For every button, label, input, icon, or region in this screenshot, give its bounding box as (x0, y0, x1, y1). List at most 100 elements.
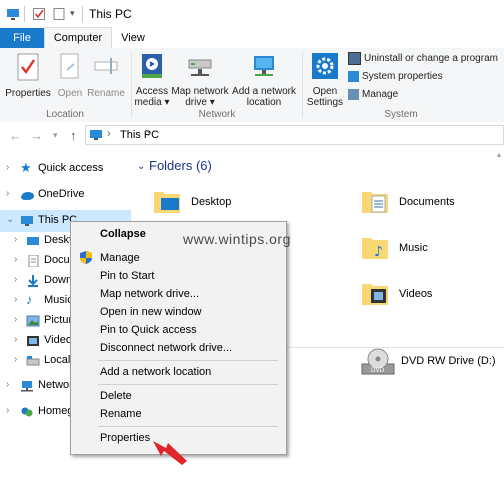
address-bar: ← → ▾ ↑ › This PC › (0, 122, 504, 148)
music-folder-icon: ♪ (362, 238, 388, 260)
nav-label: Homeg (38, 405, 74, 417)
access-media-line1: Access (135, 86, 169, 97)
nav-item-quick-access[interactable]: › ★ Quick access (0, 158, 131, 180)
download-icon (28, 275, 38, 287)
properties-check-icon[interactable] (32, 7, 46, 21)
menu-item-rename[interactable]: Rename (100, 408, 142, 420)
chevron-right-icon[interactable]: › (14, 234, 17, 245)
properties-button[interactable]: Properties (4, 52, 52, 99)
chevron-down-icon[interactable]: ▾ (70, 8, 75, 19)
add-location-line1: Add a network (232, 86, 296, 97)
recent-locations-chevron-icon[interactable]: ▾ (53, 130, 58, 141)
open-button[interactable]: Open (55, 52, 85, 99)
manage-icon (348, 88, 359, 100)
chevron-right-icon[interactable]: › (14, 354, 17, 365)
open-settings-line2: Settings (306, 97, 344, 108)
svg-text:DVD: DVD (371, 367, 385, 374)
videos-folder-icon (362, 284, 388, 305)
documents-icon (28, 255, 39, 267)
system-properties-button[interactable]: System properties (348, 70, 443, 84)
uac-shield-icon (80, 251, 92, 264)
music-note-icon: ♪ (26, 292, 33, 307)
drive-label: DVD RW Drive (D:) (401, 355, 496, 367)
this-pc-icon (21, 216, 33, 226)
rename-label: Rename (87, 88, 125, 99)
chevron-right-icon[interactable]: › (6, 379, 9, 390)
nav-label: OneDrive (38, 188, 85, 200)
pictures-icon (26, 315, 40, 327)
access-media-line2: media ▾ (134, 97, 170, 108)
star-icon: ★ (20, 160, 32, 175)
tab-file[interactable]: File (0, 28, 44, 48)
svg-text:♪: ♪ (374, 244, 383, 260)
group-label-location: Location (46, 109, 84, 120)
menu-item-disconnect-drive[interactable]: Disconnect network drive... (100, 342, 232, 354)
video-icon (27, 336, 39, 346)
network-drive-icon (188, 59, 212, 76)
breadcrumb[interactable]: This PC (120, 129, 159, 141)
chevron-right-icon[interactable]: › (14, 334, 17, 345)
map-network-drive-button[interactable]: Map network drive ▾ (171, 52, 229, 108)
rename-button[interactable]: Rename (87, 52, 125, 99)
ribbon-tabs: File Computer View (0, 27, 504, 49)
dvd-drive-icon: DVD (361, 348, 395, 375)
add-network-location-button[interactable]: Add a network location (230, 52, 298, 108)
open-settings-line1: Open (312, 86, 338, 97)
address-field[interactable]: › This PC › (85, 125, 504, 145)
folder-label: Music (399, 242, 428, 254)
chevron-right-icon[interactable]: › (6, 162, 9, 173)
up-arrow-icon[interactable]: ↑ (70, 128, 77, 143)
chevron-right-icon[interactable]: › (14, 254, 17, 265)
system-properties-label: System properties (362, 71, 443, 82)
nav-label: Quick access (38, 162, 104, 174)
chevron-right-icon[interactable]: › (6, 188, 9, 199)
manage-button[interactable]: Manage (348, 88, 398, 102)
uninstall-program-button[interactable]: Uninstall or change a program (348, 52, 498, 66)
menu-item-manage[interactable]: Manage (100, 252, 140, 264)
folder-label: Desktop (191, 196, 232, 208)
chevron-right-icon[interactable]: › (6, 405, 9, 416)
nav-label: Pictur (44, 314, 73, 326)
menu-item-properties[interactable]: Properties (100, 432, 150, 444)
forward-arrow-icon[interactable]: → (30, 128, 43, 143)
tab-computer[interactable]: Computer (44, 27, 112, 49)
menu-item-pin-quick-access[interactable]: Pin to Quick access (100, 324, 197, 336)
this-pc-icon (90, 130, 102, 140)
local-disk-icon (26, 356, 40, 366)
window-title: This PC (89, 7, 132, 21)
divider (24, 6, 25, 22)
new-folder-icon[interactable] (52, 7, 66, 21)
chevron-down-icon[interactable]: ⌄ (137, 161, 145, 172)
cloud-icon (21, 192, 34, 200)
red-arrow-icon (153, 441, 187, 465)
tab-view[interactable]: View (112, 28, 154, 48)
gear-icon (312, 53, 338, 79)
open-settings-button[interactable]: Open Settings (305, 52, 345, 108)
menu-item-map-network-drive[interactable]: Map network drive... (100, 288, 199, 300)
chevron-right-icon[interactable]: › (14, 274, 17, 285)
scroll-up-icon[interactable]: ▴ (497, 150, 501, 159)
map-drive-line2: drive ▾ (185, 97, 215, 108)
menu-item-add-network-location[interactable]: Add a network location (100, 366, 211, 378)
chevron-right-icon[interactable]: › (14, 294, 17, 305)
menu-item-collapse[interactable]: Collapse (100, 228, 146, 240)
uninstall-icon (348, 52, 361, 65)
access-media-button[interactable]: Access media ▾ (134, 52, 170, 108)
open-icon (60, 53, 79, 79)
menu-item-open-new-window[interactable]: Open in new window (100, 306, 202, 318)
menu-item-delete[interactable]: Delete (100, 390, 132, 402)
chevron-down-icon[interactable]: ⌄ (6, 214, 14, 225)
chevron-right-icon[interactable]: › (14, 314, 17, 325)
network-icon (21, 381, 33, 392)
add-location-line2: location (246, 97, 282, 108)
nav-item-onedrive[interactable]: › OneDrive (0, 184, 131, 206)
section-header[interactable]: Folders (6) (149, 158, 212, 173)
media-icon (142, 54, 162, 78)
title-bar: ▾ This PC (0, 0, 504, 29)
section-divider (286, 347, 504, 348)
back-arrow-icon[interactable]: ← (9, 128, 22, 143)
properties-icon (17, 53, 39, 81)
menu-item-pin-to-start[interactable]: Pin to Start (100, 270, 154, 282)
rename-icon (94, 58, 118, 74)
uninstall-label: Uninstall or change a program (364, 53, 498, 65)
